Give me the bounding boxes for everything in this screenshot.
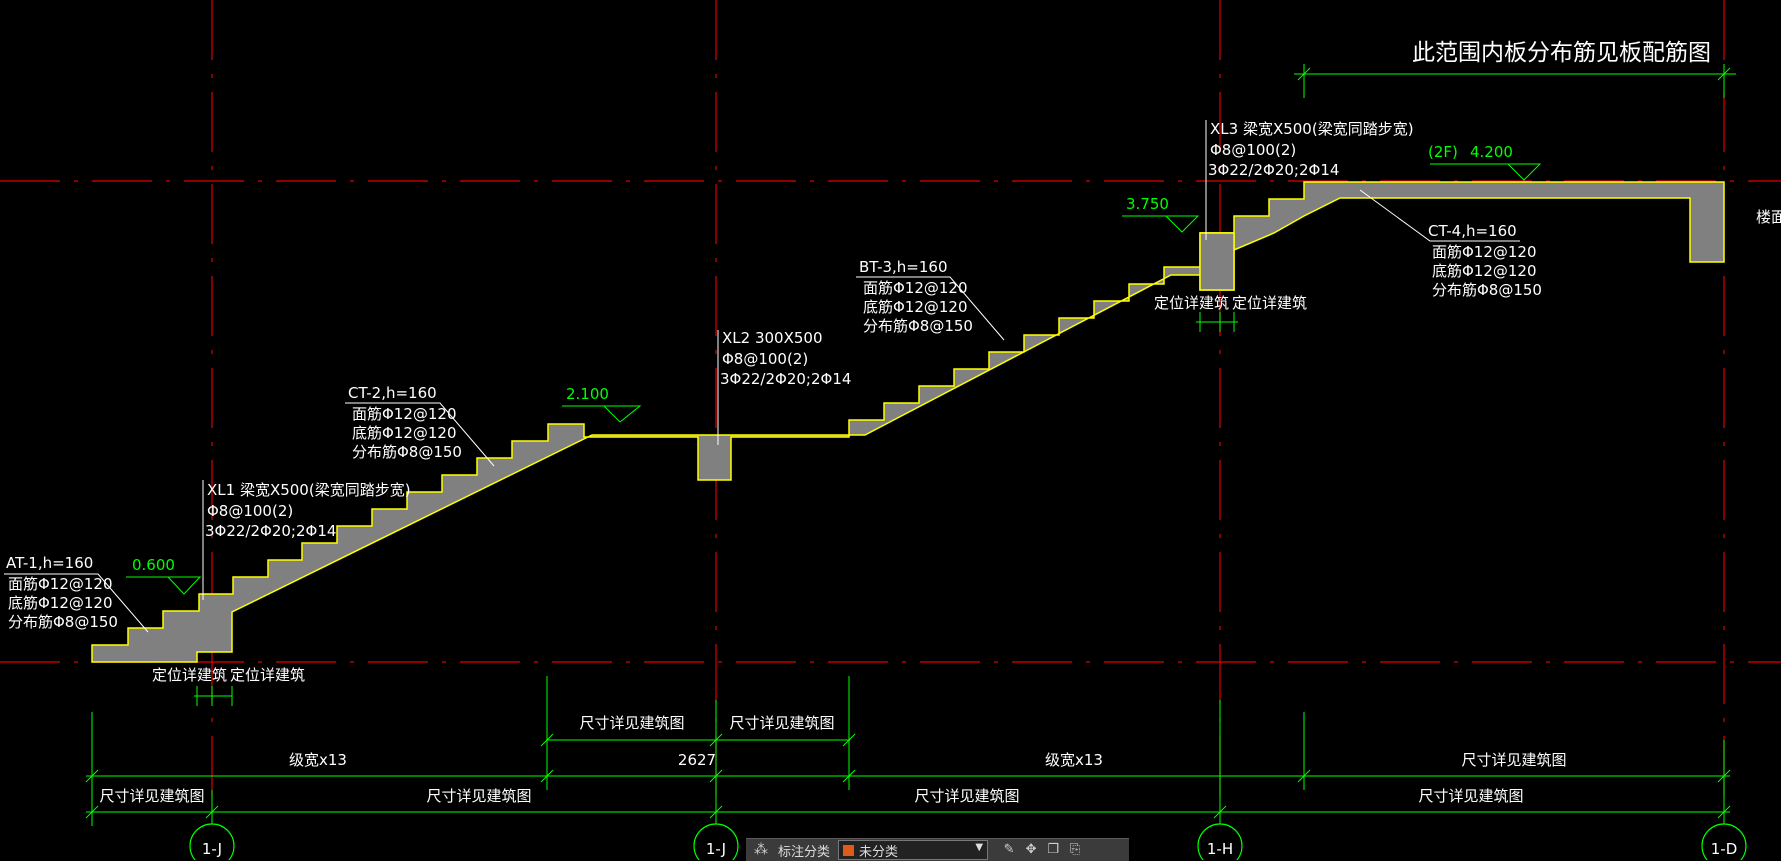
- canvas-background: [0, 0, 1781, 860]
- dim-row3-a: 尺寸详见建筑图: [99, 787, 204, 805]
- annotation-category-select[interactable]: 未分类 ▼: [838, 840, 989, 860]
- xl2-bars: 3Φ22/2Φ20;2Φ14: [720, 370, 851, 388]
- grip-icon[interactable]: ⁂: [752, 842, 770, 858]
- drawing-heading: 此范围内板分布筋见板配筋图: [1412, 40, 1711, 66]
- locate-note-2: 定位详建筑: [230, 666, 305, 684]
- dim-row3-c: 尺寸详见建筑图: [914, 787, 1019, 805]
- category-color-swatch: [843, 844, 855, 856]
- dim-row3-d: 尺寸详见建筑图: [1418, 787, 1523, 805]
- edit-icon[interactable]: ✎: [998, 841, 1020, 859]
- axis-label-3: 1-H: [1207, 840, 1233, 858]
- copy-icon[interactable]: ❐: [1042, 841, 1064, 859]
- dim-row1-a: 尺寸详见建筑图: [579, 714, 684, 732]
- locate-note-4: 定位详建筑: [1232, 294, 1307, 312]
- xl1-title: XL1 梁宽X500(梁宽同踏步宽): [207, 481, 411, 499]
- annotation-toolbar: ⁂ 标注分类 未分类 ▼ ✎ ✥ ❐ ⎘: [746, 838, 1129, 861]
- xl1-bars: 3Φ22/2Φ20;2Φ14: [205, 522, 336, 540]
- locate-note-3: 定位详建筑: [1154, 294, 1229, 312]
- toolbar-tools: ✎ ✥ ❐ ⎘: [998, 841, 1086, 859]
- landing-xl3-beam: [1199, 232, 1235, 291]
- xl3-stirrup: Φ8@100(2): [1210, 141, 1296, 159]
- xl2-title: XL2 300X500: [722, 329, 822, 347]
- edge-note: 楼面梁: [1756, 208, 1781, 226]
- dim-row1-b: 尺寸详见建筑图: [729, 714, 834, 732]
- paste-icon[interactable]: ⎘: [1064, 841, 1086, 859]
- ct4-bottom: 底筋Φ12@120: [1432, 262, 1537, 280]
- at1-bottom: 底筋Φ12@120: [8, 594, 113, 612]
- elevation-4-prefix: (2F): [1428, 143, 1458, 161]
- dim-row3-b: 尺寸详见建筑图: [426, 787, 531, 805]
- at1-title: AT-1,h=160: [6, 554, 93, 572]
- axis-label-4: 1-D: [1711, 840, 1738, 858]
- ct2-top: 面筋Φ12@120: [352, 405, 457, 423]
- elevation-4: 4.200: [1470, 143, 1513, 161]
- stair-section-drawing: AT-1,h=160 面筋Φ12@120 底筋Φ12@120 分布筋Φ8@150…: [0, 0, 1781, 860]
- ct4-title: CT-4,h=160: [1428, 222, 1517, 240]
- ct4-dist: 分布筋Φ8@150: [1432, 281, 1542, 299]
- dim-row2-c: 级宽x13: [1045, 751, 1103, 769]
- axis-label-2: 1-J: [706, 840, 726, 858]
- dim-row2-b: 2627: [678, 751, 716, 769]
- elevation-3: 3.750: [1126, 195, 1169, 213]
- ct4-top: 面筋Φ12@120: [1432, 243, 1537, 261]
- annotation-category-label: 标注分类: [778, 844, 831, 860]
- bt3-title: BT-3,h=160: [859, 258, 948, 276]
- chevron-down-icon: ▼: [975, 842, 984, 853]
- ct2-bottom: 底筋Φ12@120: [352, 424, 457, 442]
- dim-row2-a: 级宽x13: [289, 751, 347, 769]
- move-icon[interactable]: ✥: [1020, 841, 1042, 859]
- at1-dist: 分布筋Φ8@150: [8, 613, 118, 631]
- bt3-dist: 分布筋Φ8@150: [863, 317, 973, 335]
- xl3-bars: 3Φ22/2Φ20;2Φ14: [1208, 161, 1339, 179]
- dim-row2-d: 尺寸详见建筑图: [1461, 751, 1566, 769]
- at1-top: 面筋Φ12@120: [8, 575, 113, 593]
- xl3-title: XL3 梁宽X500(梁宽同踏步宽): [1210, 120, 1414, 138]
- axis-label-1: 1-J: [202, 840, 222, 858]
- locate-note-1: 定位详建筑: [152, 666, 227, 684]
- bt3-bottom: 底筋Φ12@120: [863, 298, 968, 316]
- elevation-1: 0.600: [132, 556, 175, 574]
- category-selected-value: 未分类: [859, 844, 899, 860]
- bt3-top: 面筋Φ12@120: [863, 279, 968, 297]
- elevation-2: 2.100: [566, 385, 609, 403]
- xl2-stirrup: Φ8@100(2): [722, 350, 808, 368]
- ct2-dist: 分布筋Φ8@150: [352, 443, 462, 461]
- ct2-title: CT-2,h=160: [348, 384, 437, 402]
- xl1-stirrup: Φ8@100(2): [207, 502, 293, 520]
